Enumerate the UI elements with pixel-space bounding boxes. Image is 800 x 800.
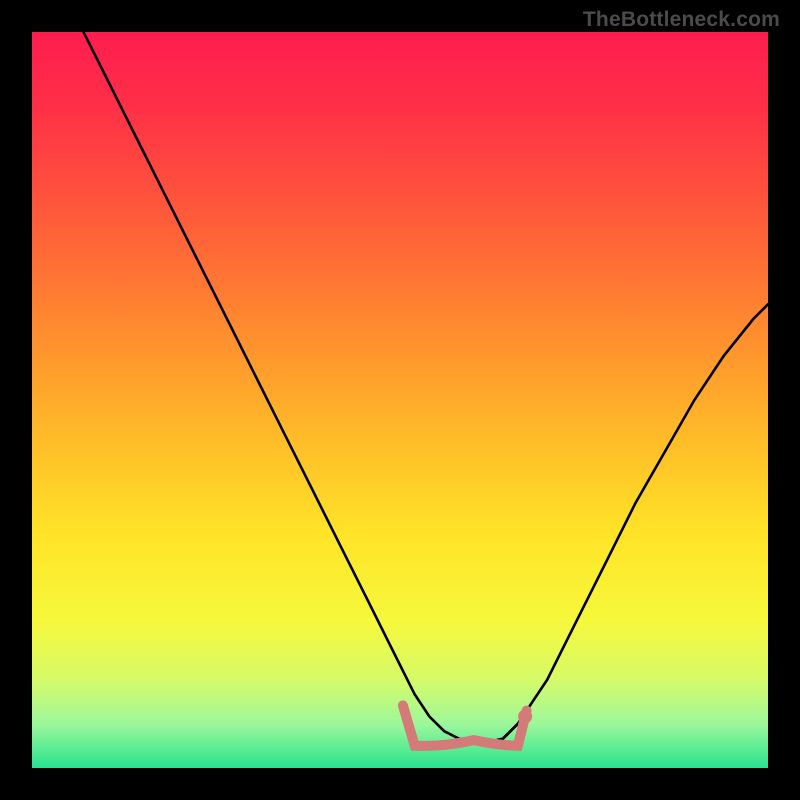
chart-svg: [32, 32, 768, 768]
heat-gradient-background: [32, 32, 768, 768]
marker-dot: [518, 710, 532, 724]
watermark-text: TheBottleneck.com: [583, 8, 780, 32]
plot-area: [32, 32, 768, 768]
chart-frame: TheBottleneck.com: [0, 0, 800, 800]
